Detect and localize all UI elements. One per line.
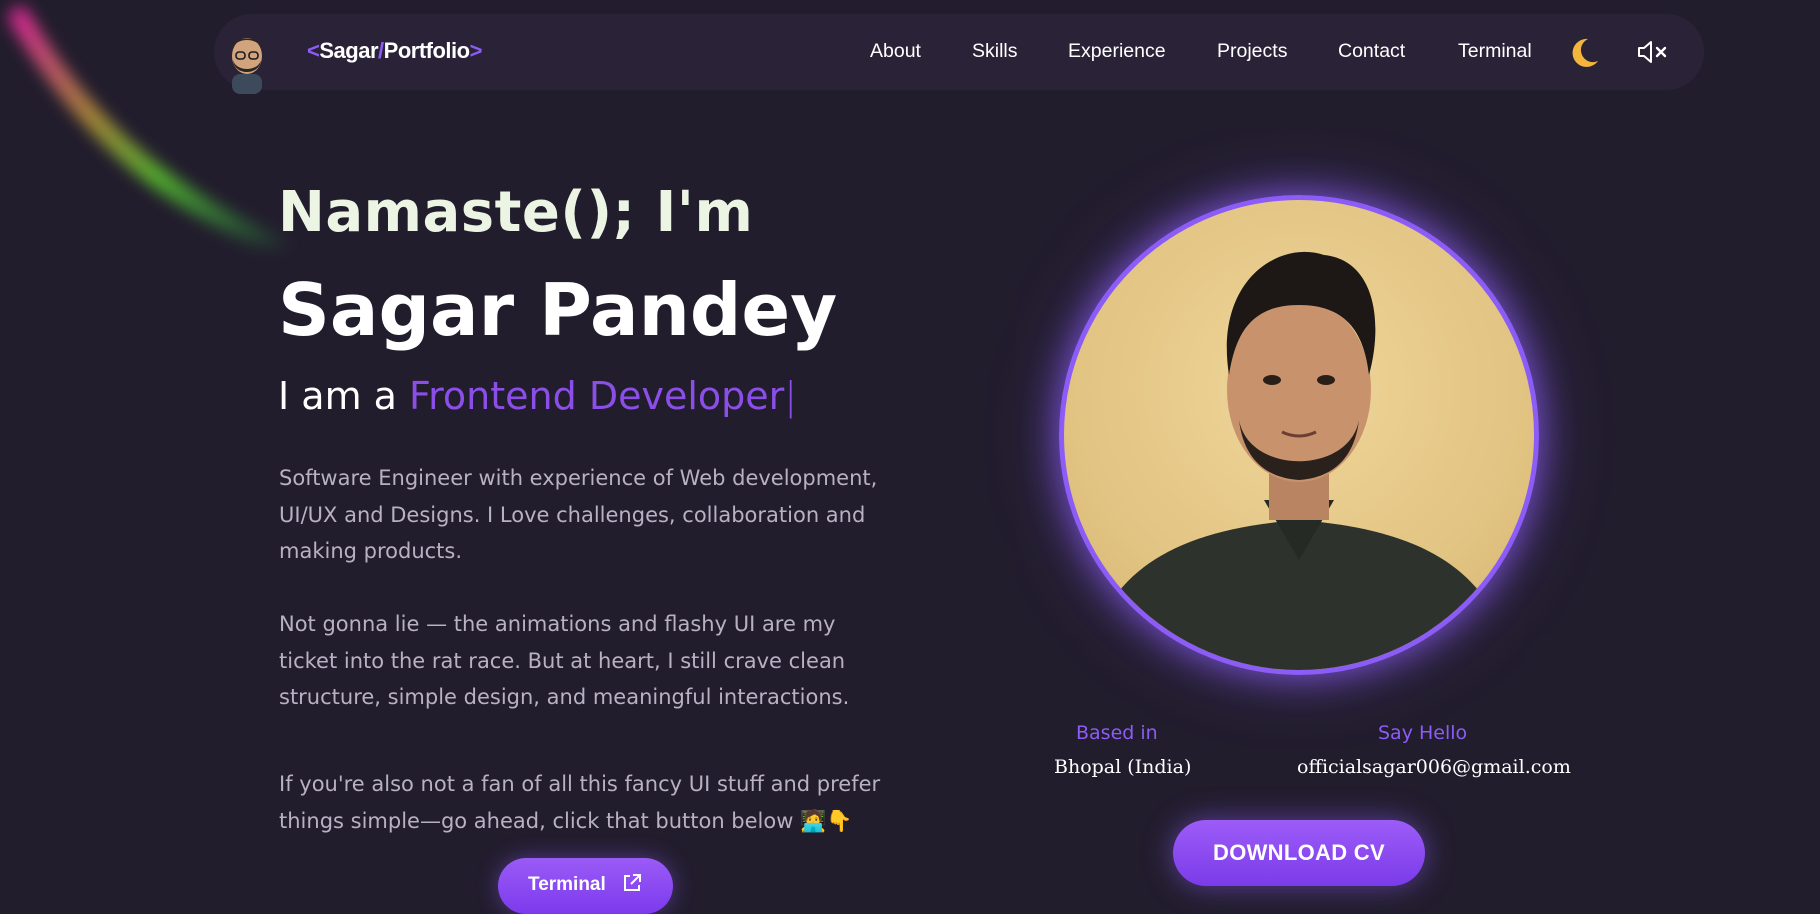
bio-paragraph-1: Software Engineer with experience of Web…	[279, 466, 878, 563]
role-title: Frontend Developer	[409, 374, 785, 418]
hero-name: Sagar Pandey	[278, 268, 838, 352]
typing-caret: |	[784, 374, 798, 418]
nav-skills[interactable]: Skills	[972, 40, 1018, 63]
external-link-icon	[624, 874, 641, 891]
bio-paragraph-2: Not gonna lie — the animations and flash…	[279, 612, 850, 709]
avatar-icon[interactable]	[222, 30, 272, 94]
nav-projects[interactable]: Projects	[1217, 40, 1287, 63]
speaker-muted-icon[interactable]	[1636, 40, 1668, 64]
based-in-value: Bhopal (India)	[1054, 756, 1192, 778]
role-prefix: I am a	[278, 374, 410, 418]
hero-greeting: Namaste(); I'm	[278, 180, 754, 245]
logo-close: >	[469, 38, 483, 63]
download-cv-button[interactable]: DOWNLOAD CV	[1173, 820, 1425, 886]
logo-first: Sagar	[319, 38, 379, 63]
logo-second: Portfolio	[383, 38, 470, 63]
based-in-label: Based in	[1076, 722, 1158, 744]
nav-experience[interactable]: Experience	[1068, 40, 1166, 63]
bio-paragraph-3: If you're also not a fan of all this fan…	[279, 772, 881, 833]
say-hello-label: Say Hello	[1378, 722, 1468, 744]
terminal-button[interactable]: Terminal	[498, 858, 673, 914]
terminal-button-label: Terminal	[528, 874, 606, 895]
site-logo[interactable]: <Sagar/Portfolio>	[307, 38, 482, 64]
nav-contact[interactable]: Contact	[1338, 40, 1405, 63]
email-link[interactable]: officialsagar006@gmail.com	[1297, 756, 1571, 778]
profile-photo	[1059, 195, 1539, 675]
moon-icon[interactable]	[1568, 36, 1600, 70]
nav-about[interactable]: About	[870, 40, 921, 63]
nav-terminal[interactable]: Terminal	[1458, 40, 1532, 63]
portrait-illustration	[1084, 251, 1514, 670]
logo-open: <	[307, 38, 320, 63]
hero-role: I am a Frontend Developer|	[278, 374, 797, 418]
